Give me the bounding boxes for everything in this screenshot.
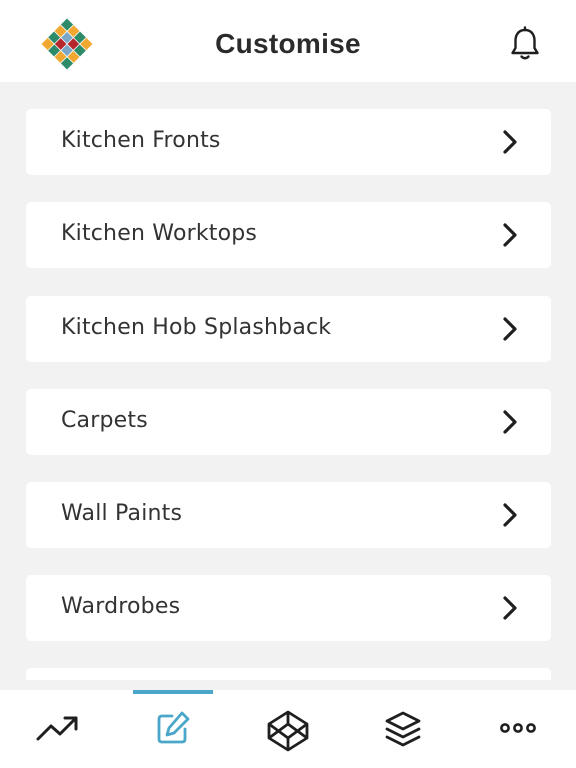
tab-trending[interactable]	[20, 690, 96, 768]
chevron-right-icon	[503, 130, 517, 154]
chevron-right-icon	[503, 223, 517, 247]
bell-icon[interactable]	[508, 26, 542, 62]
menu-item-wardrobes[interactable]: Wardrobes	[26, 575, 551, 641]
more-dots-icon	[500, 723, 536, 733]
menu-item-kitchen-fronts[interactable]: Kitchen Fronts	[26, 109, 551, 175]
menu-item-label: Kitchen Hob Splashback	[61, 315, 332, 340]
trending-up-icon	[36, 716, 78, 741]
menu-item-partial[interactable]	[26, 668, 551, 680]
tab-layers[interactable]	[364, 690, 440, 768]
menu-item-wall-paints[interactable]: Wall Paints	[26, 482, 551, 548]
menu-item-carpets[interactable]: Carpets	[26, 389, 551, 455]
customise-menu-list: Kitchen Fronts Kitchen Worktops Kitchen …	[0, 82, 576, 680]
menu-item-kitchen-hob-splashback[interactable]: Kitchen Hob Splashback	[26, 296, 551, 362]
menu-item-kitchen-worktops[interactable]: Kitchen Worktops	[26, 202, 551, 268]
page-title: Customise	[215, 28, 361, 59]
menu-item-label: Wall Paints	[61, 501, 183, 526]
tab-more[interactable]	[478, 690, 558, 768]
menu-item-label: Carpets	[61, 408, 148, 433]
menu-item-label: Kitchen Worktops	[61, 221, 258, 246]
menu-item-label: Kitchen Fronts	[61, 128, 221, 153]
chevron-right-icon	[503, 596, 517, 620]
tab-customise[interactable]	[133, 690, 213, 768]
chevron-right-icon	[503, 503, 517, 527]
chevron-right-icon	[503, 410, 517, 434]
edit-icon	[157, 711, 190, 744]
menu-item-label: Wardrobes	[61, 594, 181, 619]
codepen-cube-icon	[267, 710, 309, 752]
app-header: Customise	[0, 0, 576, 82]
chevron-right-icon	[503, 317, 517, 341]
layers-icon	[385, 711, 421, 747]
tab-3d-models[interactable]	[250, 690, 326, 768]
bottom-tab-bar	[0, 690, 576, 768]
